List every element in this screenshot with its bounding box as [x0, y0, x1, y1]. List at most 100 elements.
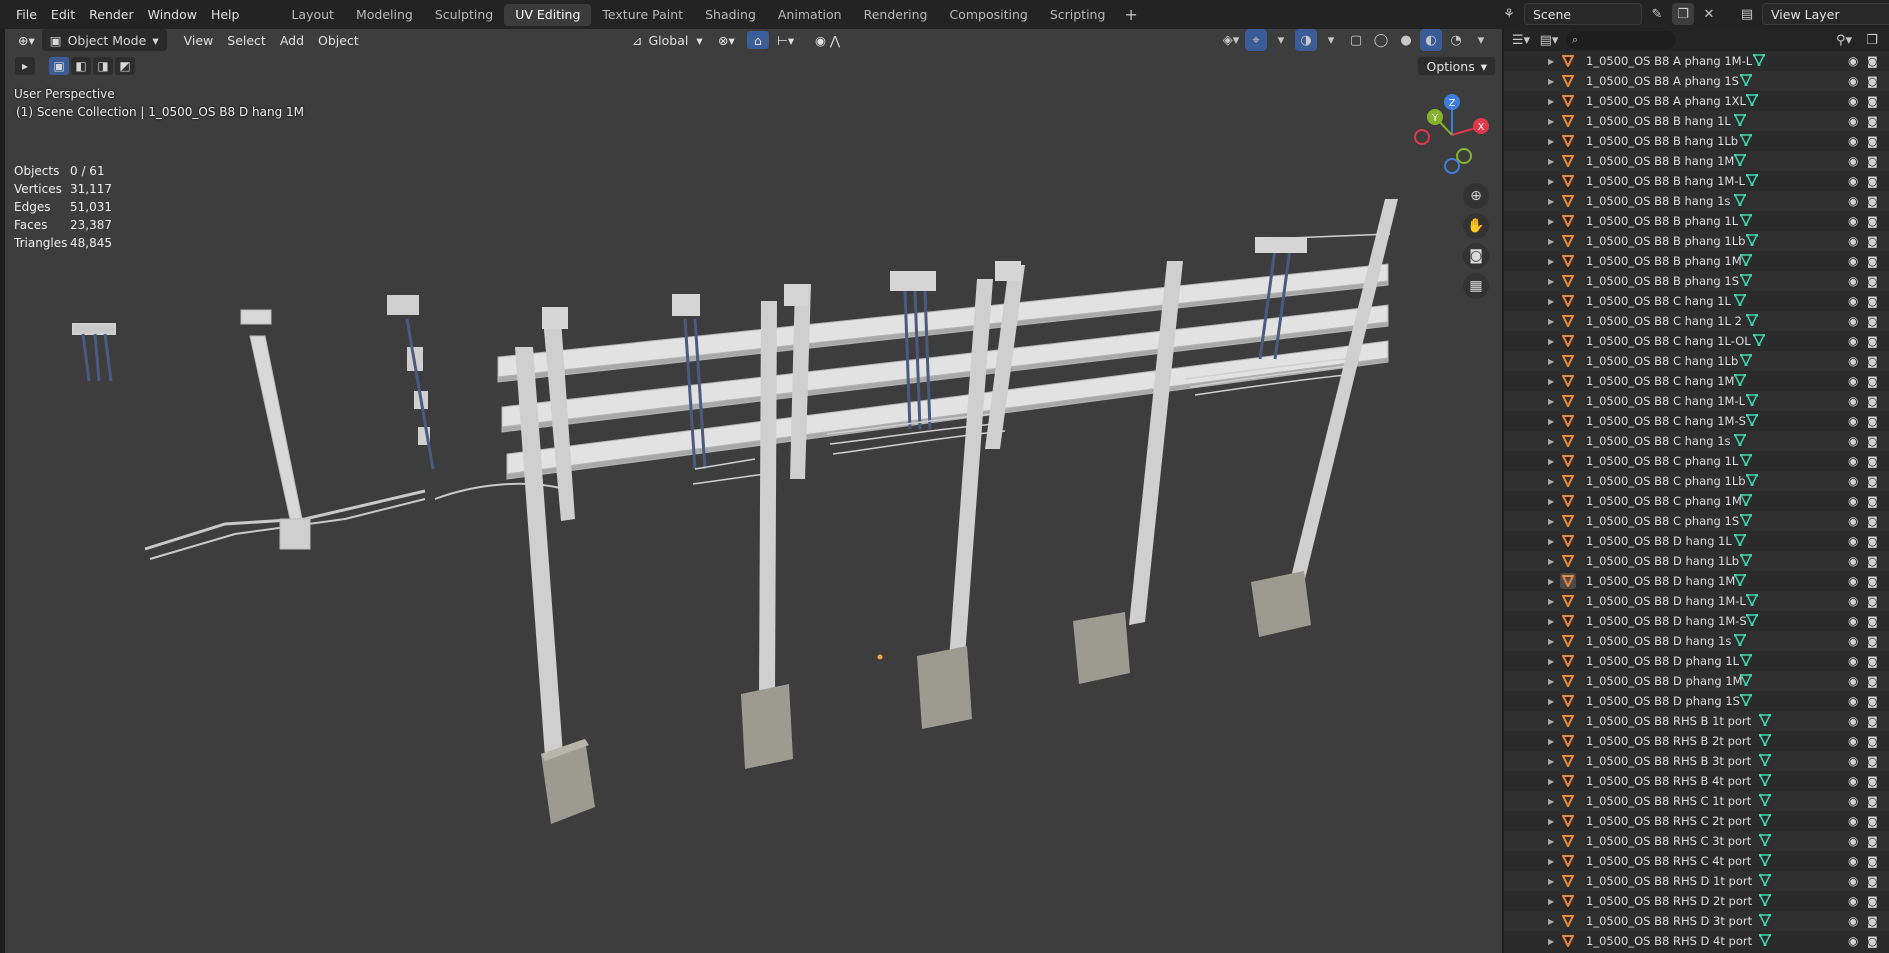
rendered-shading-icon[interactable]: ◔: [1445, 29, 1467, 51]
mesh-data-icon[interactable]: [1733, 533, 1747, 549]
snap-target-icon[interactable]: ⊢▾: [770, 29, 801, 51]
expand-arrow-icon[interactable]: ▶: [1548, 497, 1554, 506]
visibility-eye-icon[interactable]: ◉: [1848, 554, 1858, 568]
visibility-eye-icon[interactable]: ◉: [1848, 174, 1858, 188]
render-camera-icon[interactable]: ◙: [1867, 315, 1878, 328]
visibility-eye-icon[interactable]: ◉: [1848, 54, 1858, 68]
expand-arrow-icon[interactable]: ▶: [1548, 757, 1554, 766]
visibility-eye-icon[interactable]: ◉: [1848, 894, 1858, 908]
visibility-eye-icon[interactable]: ◉: [1848, 834, 1858, 848]
scene-icon[interactable]: ⚘: [1498, 3, 1520, 25]
render-camera-icon[interactable]: ◙: [1867, 595, 1878, 608]
visibility-eye-icon[interactable]: ◉: [1848, 814, 1858, 828]
visibility-eye-icon[interactable]: ◉: [1848, 494, 1858, 508]
outliner-row[interactable]: ▶ 1_0500_OS B8 A phang 1M-L ◉ ◙: [1504, 51, 1889, 71]
mesh-data-icon[interactable]: [1745, 233, 1759, 249]
tab-layout[interactable]: Layout: [280, 4, 345, 26]
outliner-row[interactable]: ▶ 1_0500_OS B8 B phang 1L ◉ ◙: [1504, 211, 1889, 231]
tab-sculpting[interactable]: Sculpting: [424, 4, 504, 26]
filter-icon[interactable]: ⚲▾: [1833, 29, 1855, 51]
tab-animation[interactable]: Animation: [767, 4, 853, 26]
search-input[interactable]: ⌕: [1566, 31, 1676, 49]
visibility-eye-icon[interactable]: ◉: [1848, 774, 1858, 788]
expand-arrow-icon[interactable]: ▶: [1548, 117, 1554, 126]
viewport-menu-object[interactable]: Object: [311, 29, 366, 51]
expand-arrow-icon[interactable]: ▶: [1548, 897, 1554, 906]
expand-arrow-icon[interactable]: ▶: [1548, 397, 1554, 406]
outliner-row[interactable]: ▶ 1_0500_OS B8 C hang 1s ◉ ◙: [1504, 431, 1889, 451]
expand-arrow-icon[interactable]: ▶: [1548, 817, 1554, 826]
visibility-eye-icon[interactable]: ◉: [1848, 254, 1858, 268]
outliner-row[interactable]: ▶ 1_0500_OS B8 RHS D 1t port ◉ ◙: [1504, 871, 1889, 891]
visibility-eye-icon[interactable]: ◉: [1848, 674, 1858, 688]
visibility-eye-icon[interactable]: ◉: [1848, 514, 1858, 528]
expand-arrow-icon[interactable]: ▶: [1548, 197, 1554, 206]
display-mode-icon[interactable]: ▤▾: [1538, 29, 1560, 51]
select-subtract-icon[interactable]: ◨: [93, 57, 113, 75]
visibility-eye-icon[interactable]: ◉: [1848, 614, 1858, 628]
render-camera-icon[interactable]: ◙: [1867, 755, 1878, 768]
editor-type-icon[interactable]: ⊕▾: [11, 29, 42, 51]
render-camera-icon[interactable]: ◙: [1867, 335, 1878, 348]
select-tool-icon[interactable]: ▸: [15, 57, 35, 75]
perspective-grid-icon[interactable]: ▦: [1463, 273, 1489, 299]
mesh-data-icon[interactable]: [1745, 593, 1759, 609]
transform-orientation-dropdown[interactable]: ⊿ Global ▾: [625, 29, 710, 51]
outliner-row[interactable]: ▶ 1_0500_OS B8 C phang 1L ◉ ◙: [1504, 451, 1889, 471]
expand-arrow-icon[interactable]: ▶: [1548, 157, 1554, 166]
expand-arrow-icon[interactable]: ▶: [1548, 377, 1554, 386]
mesh-data-icon[interactable]: [1733, 573, 1747, 589]
tab-rendering[interactable]: Rendering: [853, 4, 939, 26]
pin-icon[interactable]: ✎: [1646, 3, 1668, 25]
visibility-eye-icon[interactable]: ◉: [1848, 214, 1858, 228]
mesh-data-icon[interactable]: [1745, 313, 1759, 329]
menu-help[interactable]: Help: [204, 0, 247, 29]
mesh-data-icon[interactable]: [1745, 473, 1759, 489]
expand-arrow-icon[interactable]: ▶: [1548, 717, 1554, 726]
mesh-data-icon[interactable]: [1758, 913, 1772, 929]
render-camera-icon[interactable]: ◙: [1867, 535, 1878, 548]
expand-arrow-icon[interactable]: ▶: [1548, 697, 1554, 706]
new-collection-icon[interactable]: ❐: [1861, 29, 1883, 51]
visibility-eye-icon[interactable]: ◉: [1848, 634, 1858, 648]
tab-scripting[interactable]: Scripting: [1039, 4, 1117, 26]
expand-arrow-icon[interactable]: ▶: [1548, 617, 1554, 626]
expand-arrow-icon[interactable]: ▶: [1548, 937, 1554, 946]
render-camera-icon[interactable]: ◙: [1867, 835, 1878, 848]
mesh-data-icon[interactable]: [1733, 373, 1747, 389]
visibility-eye-icon[interactable]: ◉: [1848, 114, 1858, 128]
render-camera-icon[interactable]: ◙: [1867, 915, 1878, 928]
expand-arrow-icon[interactable]: ▶: [1548, 777, 1554, 786]
render-camera-icon[interactable]: ◙: [1867, 875, 1878, 888]
render-camera-icon[interactable]: ◙: [1867, 195, 1878, 208]
mesh-data-icon[interactable]: [1758, 733, 1772, 749]
mesh-data-icon[interactable]: [1758, 873, 1772, 889]
mesh-data-icon[interactable]: [1739, 693, 1753, 709]
outliner-row[interactable]: ▶ 1_0500_OS B8 B hang 1M-L ◉ ◙: [1504, 171, 1889, 191]
render-camera-icon[interactable]: ◙: [1867, 555, 1878, 568]
render-camera-icon[interactable]: ◙: [1867, 415, 1878, 428]
expand-arrow-icon[interactable]: ▶: [1548, 77, 1554, 86]
outliner-row[interactable]: ▶ 1_0500_OS B8 C hang 1M ◉ ◙: [1504, 371, 1889, 391]
mesh-data-icon[interactable]: [1758, 713, 1772, 729]
expand-arrow-icon[interactable]: ▶: [1548, 837, 1554, 846]
overlay-icon[interactable]: ◑: [1295, 29, 1317, 51]
render-camera-icon[interactable]: ◙: [1867, 635, 1878, 648]
menu-file[interactable]: File: [9, 0, 44, 29]
outliner-row[interactable]: ▶ 1_0500_OS B8 D hang 1M-S ◉ ◙: [1504, 611, 1889, 631]
outliner-row[interactable]: ▶ 1_0500_OS B8 D hang 1Lb ◉ ◙: [1504, 551, 1889, 571]
render-camera-icon[interactable]: ◙: [1867, 55, 1878, 68]
mesh-data-icon[interactable]: [1733, 113, 1747, 129]
outliner-row[interactable]: ▶ 1_0500_OS B8 RHS D 3t port ◉ ◙: [1504, 911, 1889, 931]
outliner-row[interactable]: ▶ 1_0500_OS B8 RHS B 4t port ◉ ◙: [1504, 771, 1889, 791]
mesh-data-icon[interactable]: [1739, 453, 1753, 469]
visibility-eye-icon[interactable]: ◉: [1848, 454, 1858, 468]
render-camera-icon[interactable]: ◙: [1867, 735, 1878, 748]
render-camera-icon[interactable]: ◙: [1867, 275, 1878, 288]
select-intersect-icon[interactable]: ◩: [115, 57, 135, 75]
mesh-data-icon[interactable]: [1758, 833, 1772, 849]
outliner-row[interactable]: ▶ 1_0500_OS B8 B hang 1L ◉ ◙: [1504, 111, 1889, 131]
render-camera-icon[interactable]: ◙: [1867, 355, 1878, 368]
mesh-data-icon[interactable]: [1733, 153, 1747, 169]
visibility-eye-icon[interactable]: ◉: [1848, 354, 1858, 368]
